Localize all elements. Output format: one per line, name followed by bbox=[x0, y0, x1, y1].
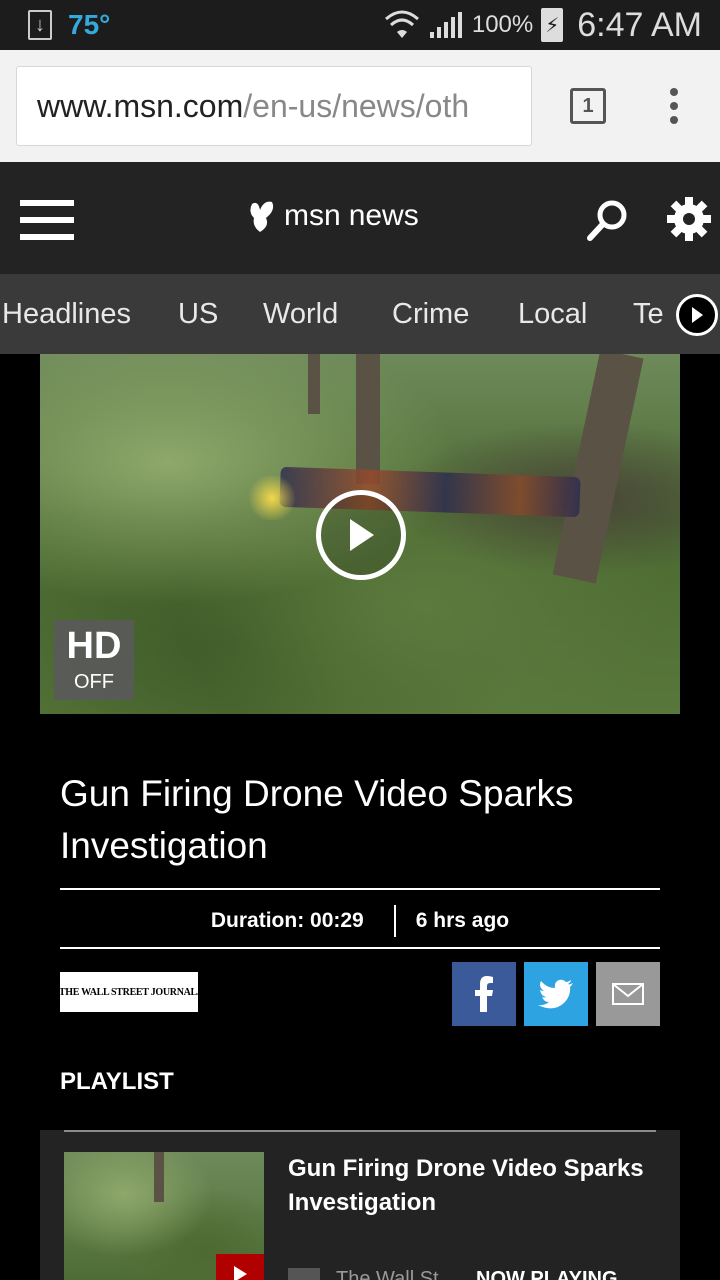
mail-icon bbox=[612, 983, 644, 1005]
hd-label: HD bbox=[66, 624, 122, 667]
playlist-heading: PLAYLIST bbox=[60, 1068, 174, 1095]
download-icon: ↓ bbox=[28, 10, 52, 40]
play-icon bbox=[350, 519, 374, 551]
playlist-item[interactable]: Gun Firing Drone Video Sparks Investigat… bbox=[40, 1130, 680, 1280]
hd-toggle[interactable]: HD OFF bbox=[54, 620, 134, 700]
tree-trunk bbox=[356, 354, 380, 484]
clock: 6:47 AM bbox=[577, 5, 702, 44]
tab-switcher-button[interactable]: 1 bbox=[570, 88, 606, 124]
nav-item-tech[interactable]: Te bbox=[633, 298, 664, 331]
nav-item-us[interactable]: US bbox=[178, 298, 218, 331]
wifi-icon bbox=[384, 10, 419, 38]
msn-news-logo[interactable]: msn news bbox=[246, 198, 419, 234]
site-header: msn news bbox=[0, 162, 720, 274]
muzzle-flash bbox=[246, 476, 298, 520]
meta-separator bbox=[393, 905, 396, 937]
battery-percent: 100% bbox=[471, 11, 534, 38]
battery-charging-icon: ⚡ bbox=[541, 8, 564, 42]
browser-toolbar: www.msn.com/en-us/news/oth 1 bbox=[0, 50, 720, 162]
butterfly-icon bbox=[250, 201, 274, 232]
share-email-button[interactable] bbox=[596, 962, 660, 1026]
playlist-thumbnail[interactable] bbox=[64, 1152, 264, 1280]
category-nav: Headlines US World Crime Local Te bbox=[0, 274, 720, 354]
thumbnail-play-icon[interactable] bbox=[216, 1254, 264, 1280]
published-age: 6 hrs ago bbox=[415, 909, 510, 932]
address-bar[interactable]: www.msn.com/en-us/news/oth bbox=[16, 66, 532, 146]
divider bbox=[60, 947, 660, 949]
twitter-icon bbox=[538, 979, 573, 1009]
playlist-item-title[interactable]: Gun Firing Drone Video Sparks Investigat… bbox=[288, 1152, 668, 1220]
nav-item-world[interactable]: World bbox=[263, 298, 338, 331]
brand-msn: msn bbox=[284, 199, 341, 232]
tree-trunk bbox=[154, 1152, 164, 1202]
share-facebook-button[interactable] bbox=[452, 962, 516, 1026]
tree-trunk bbox=[552, 354, 644, 584]
divider bbox=[60, 888, 660, 890]
duration: Duration: 00:29 bbox=[210, 909, 364, 932]
nav-item-crime[interactable]: Crime bbox=[392, 298, 469, 331]
hd-state: OFF bbox=[74, 670, 114, 693]
source-logo[interactable]: THE WALL STREET JOURNAL. bbox=[60, 972, 198, 1012]
nav-item-headlines[interactable]: Headlines bbox=[2, 298, 131, 331]
status-bar: ↓ 75° 100% ⚡ 6:47 AM bbox=[0, 0, 720, 50]
url-host: www.msn.com bbox=[37, 87, 244, 124]
url-path: /en-us/news/oth bbox=[243, 87, 470, 124]
hamburger-menu-icon[interactable] bbox=[20, 200, 74, 240]
video-player[interactable]: HD OFF bbox=[40, 354, 680, 714]
settings-gear-icon[interactable] bbox=[666, 196, 712, 242]
share-twitter-button[interactable] bbox=[524, 962, 588, 1026]
search-icon[interactable] bbox=[586, 198, 630, 242]
now-playing-label: NOW PLAYING bbox=[476, 1268, 618, 1280]
video-meta: Duration: 00:29 6 hrs ago bbox=[60, 904, 660, 938]
brand-section: news bbox=[348, 199, 419, 232]
source-icon bbox=[288, 1268, 320, 1280]
facebook-icon bbox=[475, 976, 493, 1012]
playlist-item-source: The Wall St... bbox=[336, 1268, 456, 1280]
nav-item-local[interactable]: Local bbox=[518, 298, 587, 331]
play-button[interactable] bbox=[316, 490, 406, 580]
nav-scroll-right-icon[interactable] bbox=[676, 294, 718, 336]
temperature: 75° bbox=[68, 9, 111, 40]
signal-icon bbox=[429, 12, 462, 38]
overflow-menu-icon[interactable] bbox=[660, 84, 688, 128]
divider bbox=[64, 1130, 656, 1132]
article-title: Gun Firing Drone Video Sparks Investigat… bbox=[60, 773, 574, 866]
tree-trunk bbox=[308, 354, 320, 414]
